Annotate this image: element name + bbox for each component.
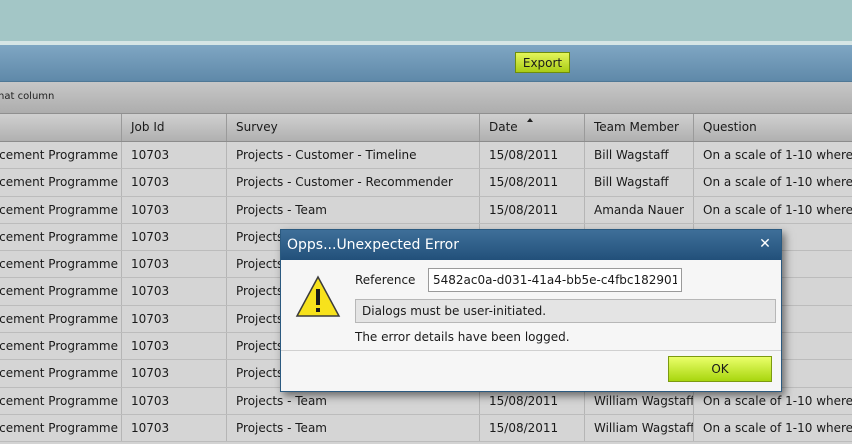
reference-field[interactable] [428,268,682,292]
close-icon[interactable]: ✕ [757,236,773,252]
error-message: Dialogs must be user-initiated. [355,299,776,323]
ok-button[interactable]: OK [668,356,772,382]
dialog-divider [281,350,781,351]
logged-notice: The error details have been logged. [355,330,570,344]
reference-label: Reference [355,273,416,287]
error-dialog: Opps...Unexpected Error ✕ Reference Dial… [280,229,782,392]
modal-overlay: Opps...Unexpected Error ✕ Reference Dial… [0,0,852,444]
dialog-title: Opps...Unexpected Error [281,230,781,260]
warning-icon [295,275,341,317]
